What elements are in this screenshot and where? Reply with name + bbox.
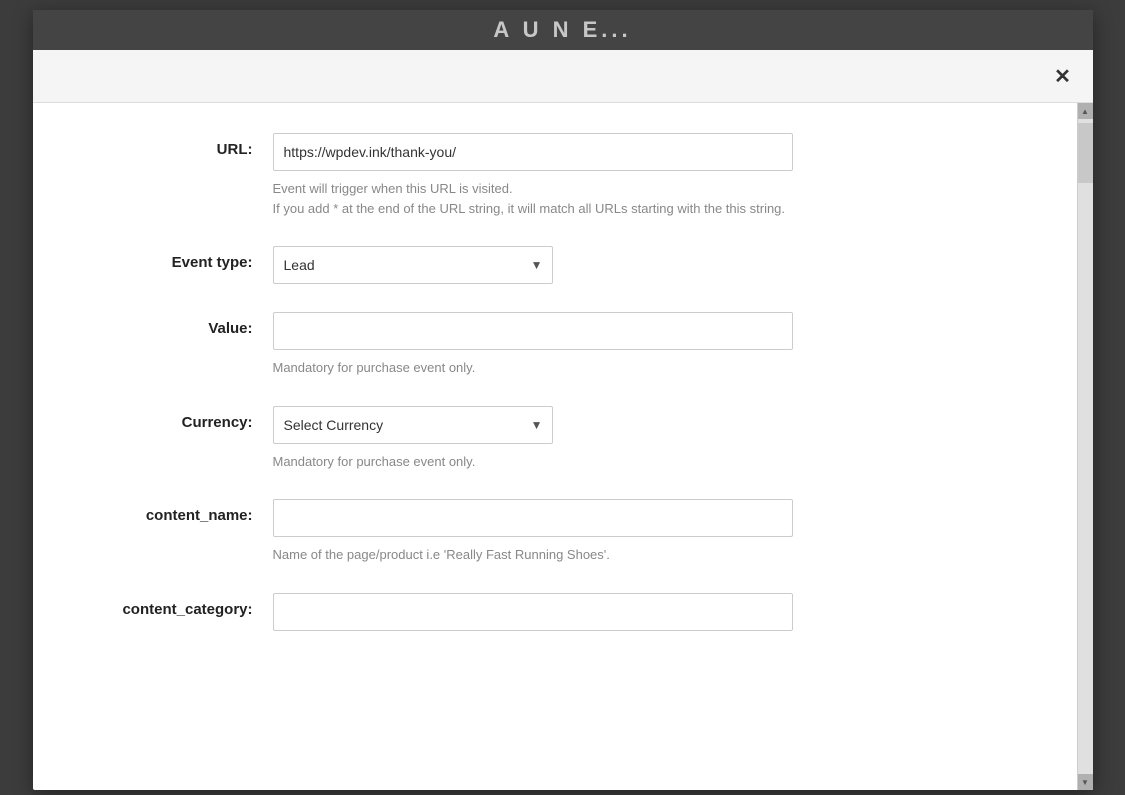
scroll-down-button[interactable]: ▼ <box>1078 774 1093 790</box>
value-row: Value: Mandatory for purchase event only… <box>73 312 1037 378</box>
modal-dialog: A U N E... ✕ URL: Event will trigger whe… <box>33 10 1093 790</box>
event-type-select-wrapper: Lead Purchase ViewContent AddToCart Init… <box>273 246 553 284</box>
scrollbar-track: ▲ ▼ <box>1077 103 1093 790</box>
app-title-partial: A U N E... <box>493 17 631 43</box>
url-row: URL: Event will trigger when this URL is… <box>73 133 1037 218</box>
content-name-help-text: Name of the page/product i.e 'Really Fas… <box>273 545 793 565</box>
currency-help-text: Mandatory for purchase event only. <box>273 452 793 472</box>
content-name-label: content_name: <box>73 499 273 524</box>
content-category-input[interactable] <box>273 593 793 631</box>
value-label: Value: <box>73 312 273 337</box>
value-help-text: Mandatory for purchase event only. <box>273 358 793 378</box>
content-name-row: content_name: Name of the page/product i… <box>73 499 1037 565</box>
modal-overlay: A U N E... ✕ URL: Event will trigger whe… <box>0 0 1125 795</box>
url-field-group: Event will trigger when this URL is visi… <box>273 133 1037 218</box>
modal-body: URL: Event will trigger when this URL is… <box>33 103 1093 790</box>
currency-label: Currency: <box>73 406 273 431</box>
content-category-field-group <box>273 593 1037 631</box>
modal-header: ✕ <box>33 50 1093 103</box>
event-type-label: Event type: <box>73 246 273 271</box>
event-type-field-group: Lead Purchase ViewContent AddToCart Init… <box>273 246 1037 284</box>
currency-select-wrapper: Select Currency USD EUR GBP AUD CAD ▼ <box>273 406 553 444</box>
scrollbar-thumb[interactable] <box>1078 123 1093 183</box>
content-name-field-group: Name of the page/product i.e 'Really Fas… <box>273 499 1037 565</box>
url-label: URL: <box>73 133 273 158</box>
content-category-label: content_category: <box>73 593 273 618</box>
url-input[interactable] <box>273 133 793 171</box>
modal-content: URL: Event will trigger when this URL is… <box>33 103 1077 790</box>
currency-select[interactable]: Select Currency USD EUR GBP AUD CAD <box>273 406 553 444</box>
content-category-row: content_category: <box>73 593 1037 631</box>
currency-row: Currency: Select Currency USD EUR GBP AU… <box>73 406 1037 472</box>
currency-field-group: Select Currency USD EUR GBP AUD CAD ▼ Ma… <box>273 406 1037 472</box>
event-type-select[interactable]: Lead Purchase ViewContent AddToCart Init… <box>273 246 553 284</box>
event-type-row: Event type: Lead Purchase ViewContent Ad… <box>73 246 1037 284</box>
value-field-group: Mandatory for purchase event only. <box>273 312 1037 378</box>
value-input[interactable] <box>273 312 793 350</box>
close-button[interactable]: ✕ <box>1049 62 1077 90</box>
url-help-text: Event will trigger when this URL is visi… <box>273 179 793 218</box>
top-bar-partial: A U N E... <box>33 10 1093 50</box>
scroll-up-button[interactable]: ▲ <box>1078 103 1093 119</box>
content-name-input[interactable] <box>273 499 793 537</box>
